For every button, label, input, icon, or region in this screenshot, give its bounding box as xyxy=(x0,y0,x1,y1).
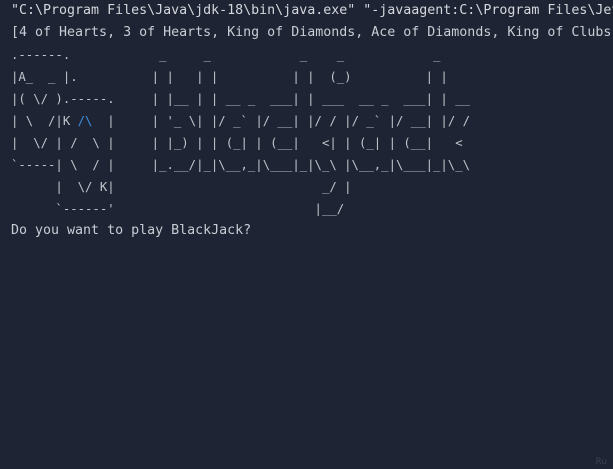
ascii-art-accent: /\ xyxy=(77,114,93,128)
ascii-art-line-4: | \ /|K /\ | | '_ \| |/ _` |/ __| |/ / |… xyxy=(11,110,470,132)
ascii-art-line-4-rest: | | '_ \| |/ _` |/ __| |/ / |/ _` |/ __|… xyxy=(92,114,471,128)
prompt-text: Do you want to play BlackJack? xyxy=(11,223,252,238)
ascii-art-line-6: `-----| \ / | |_.__/|_|\__,_|\___|_|\_\ … xyxy=(11,158,471,172)
ascii-art-line-1: .------. _ _ _ _ _ xyxy=(11,48,441,62)
ascii-art-line-4-start: | \ /|K xyxy=(11,114,78,128)
ascii-art-line-2: |A_ _ |. | | | | | | (_) | | xyxy=(11,70,448,84)
console-output: "C:\Program Files\Java\jdk-18\bin\java.e… xyxy=(0,0,613,469)
corner-tag: Ru xyxy=(595,457,607,467)
ascii-art-line-3: |( \/ ).-----. | |__ | | __ _ ___| | ___… xyxy=(11,92,471,106)
command-line: "C:\Program Files\Java\jdk-18\bin\java.e… xyxy=(11,3,613,18)
ascii-art-line-7: | \/ K| _/ | xyxy=(11,180,352,194)
ascii-art-line-8: `------' |__/ xyxy=(11,202,345,216)
hand-output: [4 of Hearts, 3 of Hearts, King of Diamo… xyxy=(11,25,613,40)
ascii-art-line-5: | \/ | / \ | | |_) | | (_| | (__| <| | (… xyxy=(11,136,463,150)
